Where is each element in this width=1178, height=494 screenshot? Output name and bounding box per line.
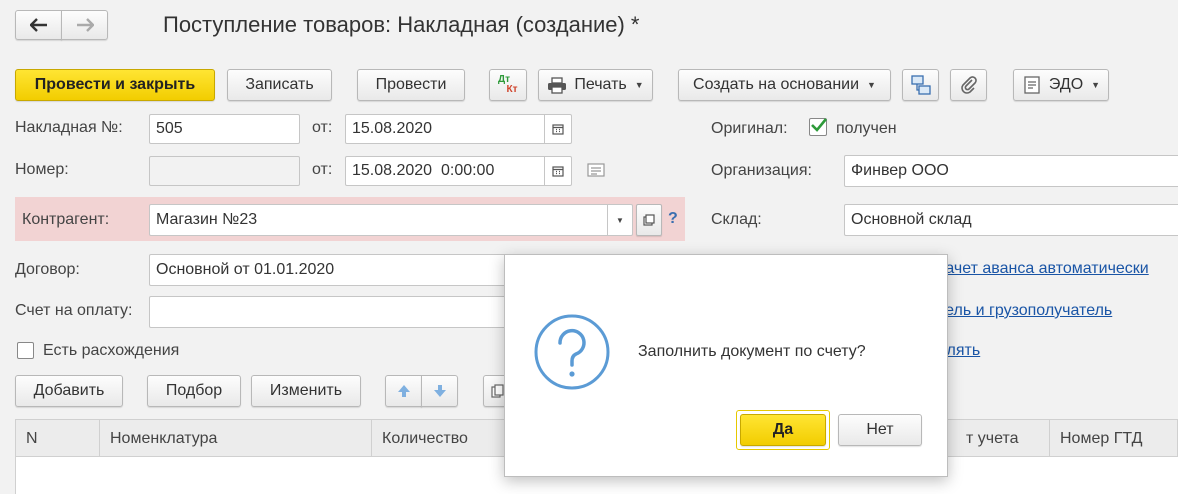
payment-invoice-input[interactable] bbox=[149, 296, 519, 328]
add-row-button[interactable]: Добавить bbox=[15, 375, 123, 407]
calendar-icon bbox=[552, 124, 564, 135]
counterparty-input[interactable]: Магазин №23 ▼ bbox=[149, 204, 633, 236]
copy-icon bbox=[491, 384, 504, 398]
edo-icon bbox=[1024, 76, 1040, 94]
warehouse-label: Склад: bbox=[711, 211, 762, 228]
select-button[interactable]: Подбор bbox=[147, 375, 241, 407]
column-header-accounting[interactable]: т учета bbox=[956, 420, 1050, 458]
invoice-number-label: Накладная №: bbox=[15, 119, 123, 136]
comment-icon bbox=[587, 163, 605, 177]
move-down-button[interactable] bbox=[421, 375, 458, 407]
organization-input[interactable]: Финвер ООО bbox=[844, 155, 1178, 187]
warehouse-input[interactable]: Основной склад bbox=[844, 204, 1178, 236]
counterparty-dropdown-button[interactable]: ▼ bbox=[607, 205, 632, 235]
help-icon[interactable]: ? bbox=[668, 210, 678, 228]
number-label: Номер: bbox=[15, 161, 69, 178]
open-window-icon bbox=[643, 214, 655, 226]
number-date-input[interactable]: 15.08.2020 0:00:00 bbox=[345, 156, 572, 186]
checkmark-icon bbox=[811, 118, 828, 132]
number-input[interactable] bbox=[149, 156, 300, 186]
save-button[interactable]: Записать bbox=[227, 69, 332, 101]
print-label: Печать bbox=[574, 76, 627, 93]
discrepancy-label: Есть расхождения bbox=[43, 342, 180, 359]
post-button[interactable]: Провести bbox=[357, 69, 465, 101]
post-and-close-button[interactable]: Провести и закрыть bbox=[15, 69, 215, 101]
yes-button[interactable]: Да bbox=[740, 414, 826, 446]
invoice-date-input[interactable]: 15.08.2020 bbox=[345, 114, 572, 144]
create-based-label: Создать на основании bbox=[693, 76, 860, 93]
confirm-dialog: Заполнить документ по счету? Да Нет bbox=[504, 254, 948, 477]
calendar-icon bbox=[552, 166, 564, 177]
caret-down-icon: ▼ bbox=[634, 80, 644, 90]
payment-invoice-label: Счет на оплату: bbox=[15, 302, 133, 319]
invoice-date-from-label: от: bbox=[312, 119, 333, 136]
change-button[interactable]: Изменить bbox=[251, 375, 361, 407]
arrow-left-icon bbox=[29, 18, 47, 32]
edo-label: ЭДО bbox=[1048, 76, 1084, 93]
window-title: Поступление товаров: Накладная (создание… bbox=[163, 12, 640, 37]
organization-label: Организация: bbox=[711, 162, 812, 179]
number-date-value: 15.08.2020 0:00:00 bbox=[352, 162, 495, 179]
question-icon bbox=[534, 314, 610, 390]
back-button[interactable] bbox=[15, 10, 62, 40]
column-header-nomenclature[interactable]: Номенклатура bbox=[100, 420, 372, 458]
structure-button[interactable] bbox=[902, 69, 939, 101]
open-counterparty-button[interactable] bbox=[636, 204, 662, 236]
dtkt-icon-bottom: Кт bbox=[506, 84, 518, 95]
discrepancy-checkbox[interactable] bbox=[17, 342, 34, 359]
contract-label: Договор: bbox=[15, 261, 80, 278]
edo-button[interactable]: ЭДО ▼ bbox=[1013, 69, 1109, 101]
comment-button[interactable] bbox=[587, 163, 605, 183]
column-header-n[interactable]: N bbox=[16, 420, 100, 458]
no-button[interactable]: Нет bbox=[838, 414, 922, 446]
original-checkbox[interactable] bbox=[809, 118, 828, 136]
forward-button[interactable] bbox=[61, 10, 108, 40]
print-button[interactable]: Печать ▼ bbox=[538, 69, 653, 101]
original-label: Оригинал: bbox=[711, 120, 788, 137]
caret-down-icon: ▼ bbox=[867, 80, 876, 90]
arrow-down-icon bbox=[433, 385, 446, 397]
caret-down-icon: ▼ bbox=[616, 215, 624, 225]
paperclip-icon bbox=[960, 76, 977, 94]
column-header-gtd-number[interactable]: Номер ГТД bbox=[1050, 420, 1178, 458]
contract-input[interactable]: Основной от 01.01.2020 bbox=[149, 254, 519, 286]
calendar-button[interactable] bbox=[544, 115, 571, 143]
arrow-right-icon bbox=[76, 18, 94, 32]
original-received-label: получен bbox=[836, 120, 897, 137]
dtkt-button[interactable]: Дт Кт bbox=[489, 69, 527, 101]
caret-down-icon: ▼ bbox=[1091, 80, 1101, 90]
move-up-button[interactable] bbox=[385, 375, 422, 407]
document-structure-icon bbox=[910, 75, 931, 95]
dialog-message: Заполнить документ по счету? bbox=[638, 343, 866, 360]
counterparty-label: Контрагент: bbox=[22, 211, 110, 228]
printer-icon bbox=[548, 76, 567, 94]
consignee-link[interactable]: тель и грузополучатель bbox=[938, 302, 1112, 320]
invoice-number-input[interactable]: 505 bbox=[149, 114, 300, 144]
arrow-up-icon bbox=[397, 385, 410, 397]
counterparty-value: Магазин №23 bbox=[156, 211, 258, 228]
number-date-from-label: от: bbox=[312, 161, 333, 178]
attach-button[interactable] bbox=[950, 69, 987, 101]
create-based-on-button[interactable]: Создать на основании ▼ bbox=[678, 69, 891, 101]
advance-offset-link[interactable]: зачет аванса автоматически bbox=[938, 260, 1149, 278]
calendar-button[interactable] bbox=[544, 157, 571, 185]
invoice-date-value: 15.08.2020 bbox=[352, 120, 433, 137]
